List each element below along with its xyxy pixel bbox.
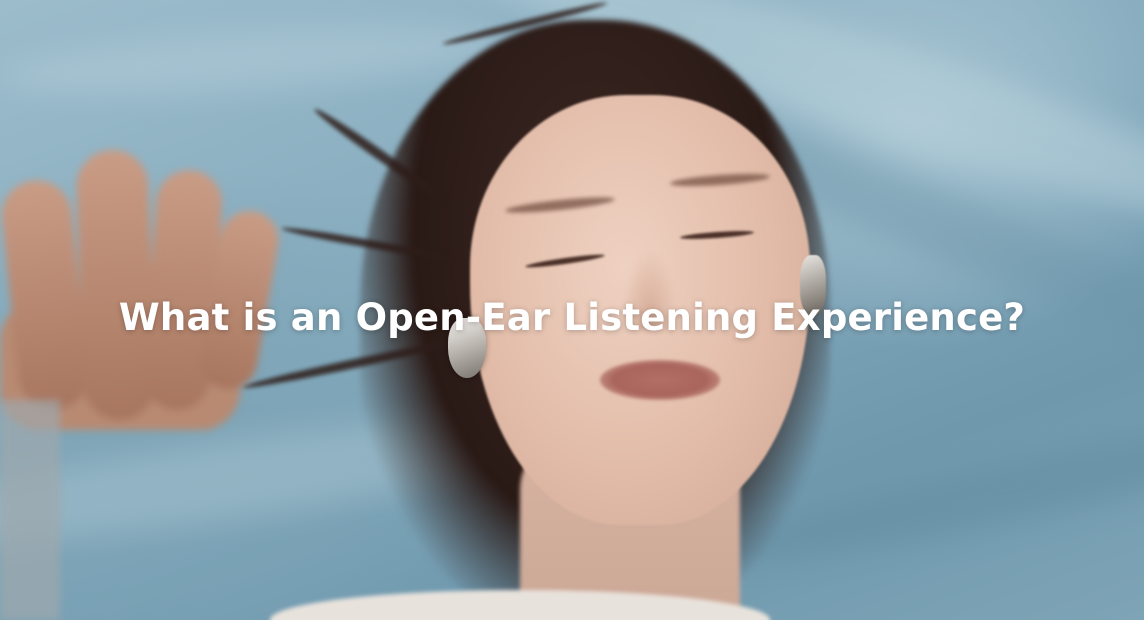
hand (0, 148, 290, 440)
sleeve (0, 400, 60, 620)
hero-video-banner: What is an Open-Ear Listening Experience… (0, 0, 1144, 620)
fabric-streak (0, 12, 502, 108)
lips (600, 360, 720, 400)
hero-headline: What is an Open-Ear Listening Experience… (118, 296, 1026, 339)
